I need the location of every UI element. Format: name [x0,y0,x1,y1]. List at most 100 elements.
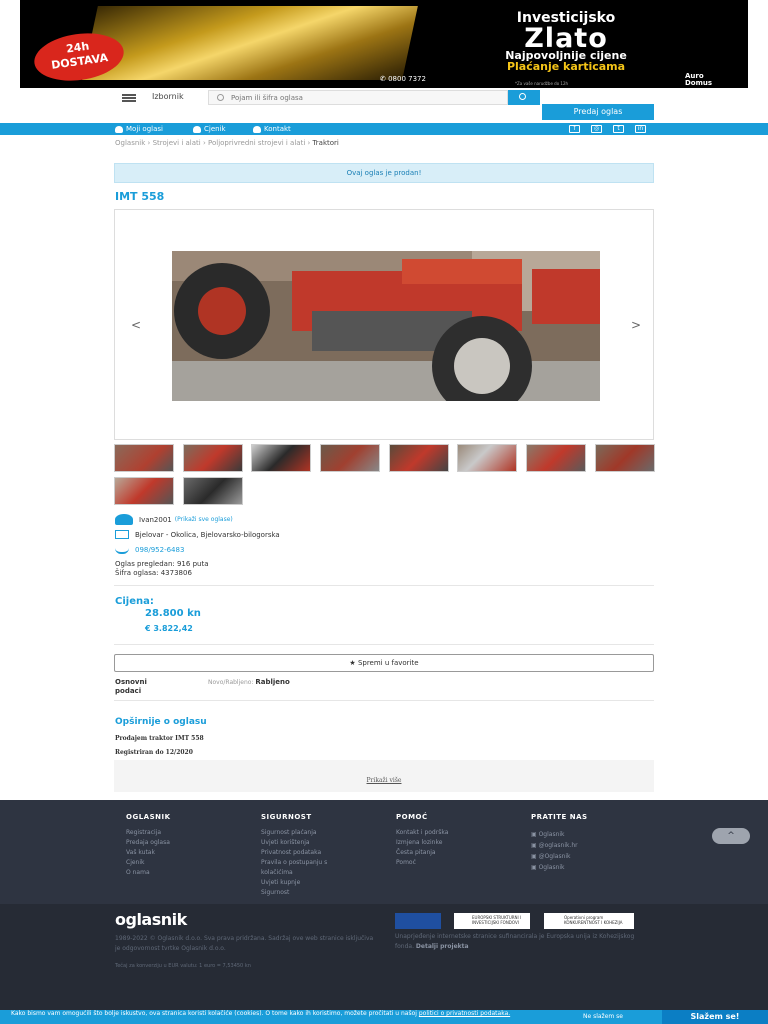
footer-link[interactable]: Kontakt i podrška [396,828,448,838]
twitter-icon[interactable]: t [613,125,624,133]
footer-link[interactable]: Pomoć [396,858,448,868]
footer-link[interactable]: Cjenik [126,858,171,868]
price-eur: € 3.822,42 [145,624,193,633]
footer-social-label: @oglasnik.hr [538,842,578,849]
breadcrumb-separator: › [202,139,206,147]
footer-col-pomoc: POMOĆ Kontakt i podrška Izmjena lozinke … [396,812,448,868]
scroll-to-top-button[interactable]: ^ [712,828,750,844]
save-favorite-label: Spremi u favorite [357,659,419,667]
description-line1: Prodajem traktor IMT 558 [115,735,204,742]
submit-ad-button[interactable]: Predaj oglas [542,104,654,120]
my-ads-link[interactable]: Moji oglasi [115,125,163,133]
footer-social-label: Oglasnik [538,831,565,838]
footer-instagram-link[interactable]: ▣ @oglasnik.hr [531,840,588,851]
show-more-link[interactable]: Prikaži više [114,777,654,784]
logo-line2: Domus [685,79,713,87]
phone-row: 098/952-6483 [115,545,184,554]
prev-image-arrow[interactable]: < [131,318,141,332]
thumbnail[interactable] [457,444,517,472]
footer-link[interactable]: Privatnost podataka [261,848,327,858]
footer-link[interactable]: Uvjeti korištenja [261,838,327,848]
tractor-illustration [172,251,600,401]
decline-cookies-button[interactable]: Ne slažem se [583,1013,623,1020]
seller-row: Ivan2001 (Prikaži sve oglase) [115,514,233,525]
show-more-box: Prikaži više [114,760,654,792]
breadcrumb: Oglasnik › Strojevi i alati › Poljoprivr… [115,139,339,147]
breadcrumb-strojevi[interactable]: Strojevi i alati [153,139,201,147]
thumbnail[interactable] [389,444,449,472]
pricelist-link[interactable]: Cjenik [193,125,226,133]
search-input[interactable] [231,92,501,103]
linkedin-icon[interactable]: in [635,125,646,133]
footer-link[interactable]: Sigurnost plaćanja [261,828,327,838]
breadcrumb-poljoprivredni[interactable]: Poljoprivredni strojevi i alati [208,139,305,147]
save-favorite-button[interactable]: ★ Spremi u favorite [114,654,654,672]
thumbnail[interactable] [114,477,174,505]
location-text: Bjelovar - Okolica, Bjelovarsko-bilogors… [135,530,280,539]
footer-twitter-link[interactable]: ▣ @Oglasnik [531,851,588,862]
conversion-rate-text: Tečaj za konverziju u EUR valutu: 1 euro… [115,963,251,969]
condition-label: Novo/Rabljeno: [208,679,254,686]
thumbnail[interactable] [526,444,586,472]
thumbnail[interactable] [183,444,243,472]
main-tractor-photo[interactable] [172,251,600,401]
user-icon [115,125,123,133]
next-image-arrow[interactable]: > [631,318,641,332]
opkk-logo: Operativni program KONKURENTNOST I KOHEZ… [544,913,634,929]
views-count: Oglas pregledan: 916 puta [115,560,209,568]
phone-number[interactable]: 098/952-6483 [135,546,184,554]
esif-logo-text: EUROPSKI STRUKTURNI I INVESTICIJSKI FOND… [472,915,522,925]
instagram-icon[interactable]: ◎ [591,125,602,133]
footer-social-label: Oglasnik [538,864,565,871]
footer-link[interactable]: Česta pitanja [396,848,448,858]
seller-name[interactable]: Ivan2001 [139,516,172,524]
thumbnail[interactable] [114,444,174,472]
divider [114,585,654,586]
breadcrumb-oglasnik[interactable]: Oglasnik [115,139,145,147]
copyright-text: 1989-2022 © Oglasnik d.o.o. Sva prava pr… [115,935,374,952]
thumbnail[interactable] [183,477,243,505]
basic-info-label: Osnovni podaci [115,678,147,695]
footer-link[interactable]: Izmjena lozinke [396,838,448,848]
facebook-icon[interactable]: f [569,125,580,133]
menu-label[interactable]: Izbornik [152,92,184,101]
contact-link[interactable]: Kontakt [253,125,291,133]
privacy-policy-link[interactable]: politici o privatnosti podataka. [419,1010,510,1017]
thumbnail[interactable] [251,444,311,472]
footer-link[interactable]: Uvjeti kupnje [261,878,327,888]
footer-col-title: OGLASNIK [126,813,171,821]
cookie-message: Kako bismo vam omogućili što bolje iskus… [11,1010,417,1017]
ad-banner[interactable]: 24h DOSTAVA Investicijsko Zlato Najpovol… [20,0,748,88]
thumbnail[interactable] [595,444,655,472]
hamburger-menu-icon[interactable] [122,94,136,102]
footer-link[interactable]: Vaš kutak [126,848,171,858]
footer-facebook-link[interactable]: ▣ Oglasnik [531,829,588,840]
footer-linkedin-link[interactable]: ▣ Oglasnik [531,862,588,873]
accept-cookies-button[interactable]: Slažem se! [662,1010,768,1024]
footer-link[interactable]: O nama [126,868,171,878]
tag-icon [193,125,201,133]
opkk-logo-text: Operativni program KONKURENTNOST I KOHEZ… [564,915,623,925]
divider [114,700,654,701]
condition-row: Novo/Rabljeno: Rabljeno [208,678,290,686]
footer-col-title: SIGURNOST [261,813,312,821]
search-box[interactable] [208,90,508,105]
facebook-icon: ▣ [531,831,539,838]
search-button[interactable] [508,90,540,105]
code-row: Šifra oglasa: 4373806 [115,569,192,577]
oglasnik-logo[interactable]: oglasnik [115,910,187,929]
footer-social-label: @Oglasnik [538,853,571,860]
user-nav-bar: Moji oglasi Cjenik Kontakt f ◎ t in [0,123,768,135]
footer-link[interactable]: Predaja oglasa [126,838,171,848]
footer-link[interactable]: Registracija [126,828,171,838]
project-details-link[interactable]: Detalji projekta [416,943,469,950]
price-label: Cijena: [115,596,154,607]
footer-link[interactable]: Sigurnost [261,888,327,898]
seller-all-ads-link[interactable]: (Prikaži sve oglase) [175,516,233,523]
footer-link[interactable]: Pravila o postupanju s [261,858,327,868]
eu-flag-logo [395,913,441,929]
thumbnail[interactable] [320,444,380,472]
phone-icon [115,545,129,554]
chat-icon [253,125,261,133]
footer-link[interactable]: kolačićima [261,868,327,878]
